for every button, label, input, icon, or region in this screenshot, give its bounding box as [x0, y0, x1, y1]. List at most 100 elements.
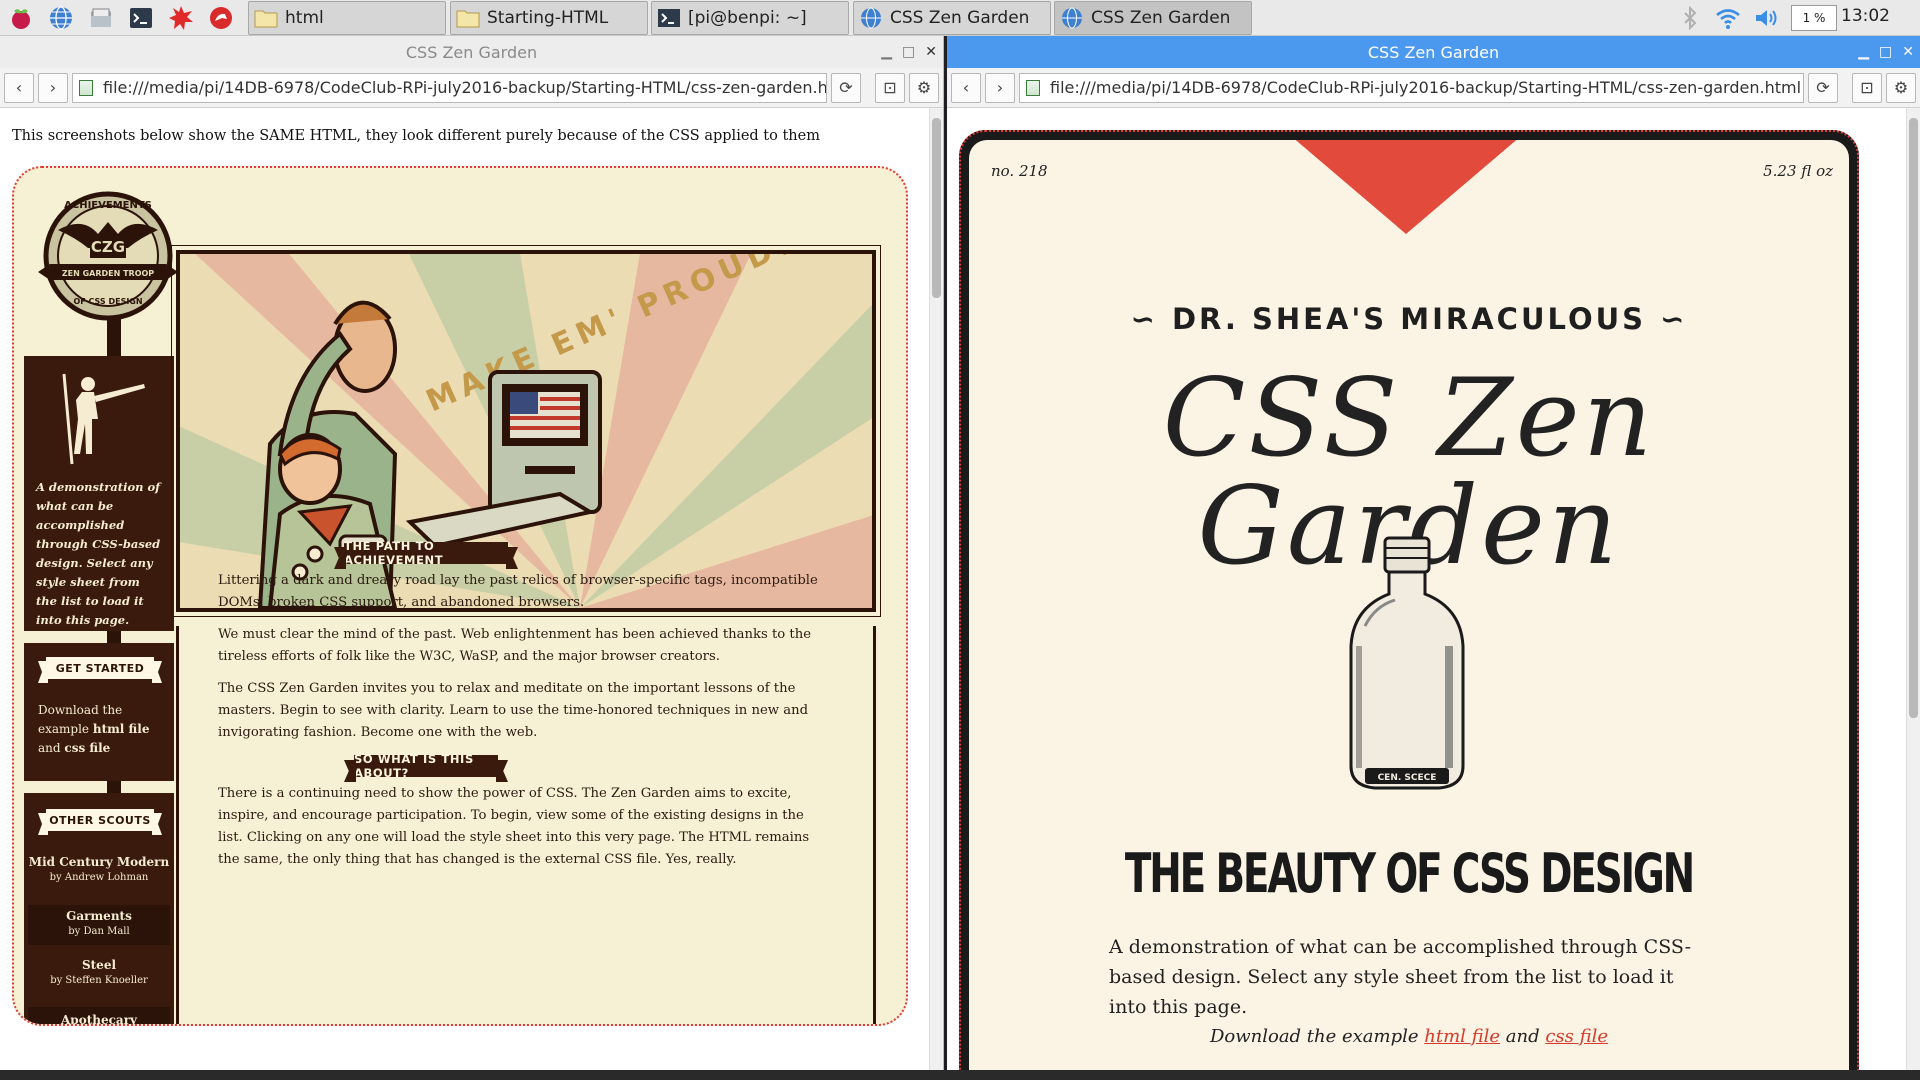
- task-css-zen-garden-2[interactable]: CSS Zen Garden: [1054, 1, 1252, 35]
- red-triangle-decoration: [1295, 140, 1517, 234]
- download-text-a: Download the example: [1209, 1026, 1425, 1047]
- close-icon[interactable]: ✕: [1902, 44, 1914, 60]
- desktop-background: [0, 1070, 1920, 1080]
- window-title: CSS Zen Garden: [1367, 42, 1500, 62]
- bottle-illustration: CEN. SCECE: [1349, 536, 1465, 790]
- get-started-heading: GET STARTED: [46, 657, 154, 679]
- section-heading-what-is-this-about: SO WHAT IS THIS ABOUT?: [354, 752, 498, 780]
- url-text: file:///media/pi/14DB-6978/CodeClub-RPi-…: [103, 78, 827, 97]
- volume-icon[interactable]: [1752, 4, 1782, 32]
- task-label: html: [285, 8, 324, 28]
- bookmark-button[interactable]: ⊡: [1852, 72, 1882, 103]
- make-em-proud-illustration: MAKE EM' PROUD!: [180, 254, 872, 608]
- address-bar[interactable]: file:///media/pi/14DB-6978/CodeClub-RPi-…: [72, 72, 827, 103]
- flourish-left-icon: ∽: [1130, 302, 1158, 336]
- browser-launcher-icon[interactable]: [46, 3, 76, 33]
- bookmark-icon: ⊡: [883, 78, 897, 97]
- vertical-scrollbar[interactable]: [1906, 108, 1920, 1070]
- badge-band-text: ZEN GARDEN TROOP: [62, 269, 154, 278]
- window-titlebar[interactable]: CSS Zen Garden ▁ □ ✕: [947, 36, 1920, 68]
- back-button[interactable]: ‹: [4, 72, 34, 103]
- terminal-launcher-icon[interactable]: [126, 3, 156, 33]
- reload-icon: ⟳: [1816, 78, 1830, 97]
- page-viewport: no. 218 5.23 fl oz ∽ DR. SHEA'S MIRACULOU…: [947, 108, 1920, 1070]
- back-button[interactable]: ‹: [951, 72, 981, 103]
- scout-author: by Andrew Lohman: [49, 872, 149, 883]
- settings-button[interactable]: ⚙: [1886, 72, 1916, 103]
- task-starting-html[interactable]: Starting-HTML: [450, 1, 648, 35]
- label-panel: no. 218 5.23 fl oz ∽ DR. SHEA'S MIRACULOU…: [969, 140, 1849, 1070]
- gear-icon: ⚙: [916, 78, 932, 97]
- maximize-icon[interactable]: □: [1879, 44, 1892, 60]
- chevron-right-icon: ›: [996, 78, 1004, 97]
- address-bar[interactable]: file:///media/pi/14DB-6978/CodeClub-RPi-…: [1019, 72, 1804, 103]
- minimize-icon[interactable]: ▁: [881, 44, 892, 60]
- reload-button[interactable]: ⟳: [831, 72, 861, 103]
- vertical-scrollbar[interactable]: [929, 108, 943, 1070]
- section-heading-path-to-achievement: THE PATH TO ACHIEVEMENT: [344, 539, 508, 567]
- window-title: CSS Zen Garden: [405, 42, 538, 62]
- paragraph: We must clear the mind of the past. Web …: [218, 627, 811, 664]
- file-manager-launcher-icon[interactable]: [86, 3, 116, 33]
- other-scouts-block: OTHER SCOUTS Mid Century Modern by Andre…: [24, 793, 174, 1024]
- bookmark-button[interactable]: ⊡: [875, 72, 905, 103]
- forward-button[interactable]: ›: [38, 72, 68, 103]
- subtitle: ∽ DR. SHEA'S MIRACULOUS ∽: [969, 302, 1849, 336]
- page-icon: [79, 79, 93, 96]
- minimize-icon[interactable]: ▁: [1858, 44, 1869, 60]
- label-volume: 5.23 fl oz: [1763, 162, 1833, 180]
- globe-icon: [1059, 5, 1085, 31]
- download-text: Download the example html file and css f…: [38, 701, 168, 758]
- settings-button[interactable]: ⚙: [909, 72, 939, 103]
- site-description: A demonstration of what can be accomplis…: [36, 480, 161, 627]
- maximize-icon[interactable]: □: [902, 44, 915, 60]
- task-label: CSS Zen Garden: [890, 8, 1030, 28]
- apothecary-theme-screenshot: no. 218 5.23 fl oz ∽ DR. SHEA'S MIRACULOU…: [959, 130, 1859, 1070]
- cpu-monitor[interactable]: 1 %: [1791, 5, 1837, 31]
- globe-icon: [858, 5, 884, 31]
- gear-icon: ⚙: [1893, 78, 1909, 97]
- scout-link-garments[interactable]: Garments by Dan Mall: [28, 905, 170, 945]
- clock[interactable]: 13:02: [1841, 6, 1890, 26]
- scout-link-mid-century-modern[interactable]: Mid Century Modern by Andrew Lohman: [28, 855, 170, 893]
- get-started-block: GET STARTED Download the example html fi…: [24, 643, 174, 781]
- css-file-link[interactable]: css file: [64, 741, 110, 755]
- window-titlebar[interactable]: CSS Zen Garden ▁ □ ✕: [0, 36, 943, 68]
- hero-illustration: MAKE EM' PROUD!: [171, 245, 881, 617]
- css-file-link[interactable]: css file: [1545, 1026, 1608, 1047]
- navigation-bar: ‹ › file:///media/pi/14DB-6978/CodeClub-…: [947, 68, 1920, 108]
- raspberry-menu-icon[interactable]: [6, 3, 36, 33]
- wifi-icon[interactable]: [1714, 4, 1742, 32]
- badge-top-text: ACHIEVEMENTS: [64, 200, 152, 211]
- scrollbar-thumb[interactable]: [1909, 118, 1918, 718]
- paragraph: There is a continuing need to show the p…: [218, 786, 810, 867]
- chevron-left-icon: ‹: [962, 78, 970, 97]
- wolfram-launcher-icon[interactable]: [206, 3, 236, 33]
- forward-button[interactable]: ›: [985, 72, 1015, 103]
- task-label: Starting-HTML: [487, 8, 609, 28]
- task-terminal[interactable]: [pi@benpi: ~]: [651, 1, 849, 35]
- reload-button[interactable]: ⟳: [1808, 72, 1838, 103]
- label-number: no. 218: [991, 162, 1048, 180]
- chevron-left-icon: ‹: [15, 78, 23, 97]
- terminal-icon: [656, 5, 682, 31]
- task-css-zen-garden-1[interactable]: CSS Zen Garden: [853, 1, 1051, 35]
- scout-link-apothecary[interactable]: Apothecary: [28, 1007, 170, 1024]
- intro-text: This screenshots below show the SAME HTM…: [12, 128, 820, 144]
- other-scouts-heading: OTHER SCOUTS: [46, 809, 154, 831]
- download-text-b: and: [38, 741, 65, 755]
- html-file-link[interactable]: html file: [93, 722, 150, 736]
- page-viewport: This screenshots below show the SAME HTM…: [0, 108, 943, 1070]
- close-icon[interactable]: ✕: [925, 44, 937, 60]
- bottle-label-text: CEN. SCECE: [1378, 773, 1437, 783]
- url-text: file:///media/pi/14DB-6978/CodeClub-RPi-…: [1050, 78, 1802, 97]
- task-html[interactable]: html: [248, 1, 446, 35]
- scout-silhouette-image: [62, 373, 145, 465]
- scout-link-steel[interactable]: Steel by Steffen Knoeller: [28, 958, 170, 996]
- scrollbar-thumb[interactable]: [932, 118, 941, 298]
- bluetooth-icon[interactable]: [1678, 4, 1702, 32]
- html-file-link[interactable]: html file: [1424, 1026, 1500, 1047]
- paragraph: Littering a dark and dreary road lay the…: [218, 573, 818, 610]
- math-app-launcher-icon[interactable]: [166, 3, 196, 33]
- badge-bottom-text: OF CSS DESIGN: [73, 297, 142, 306]
